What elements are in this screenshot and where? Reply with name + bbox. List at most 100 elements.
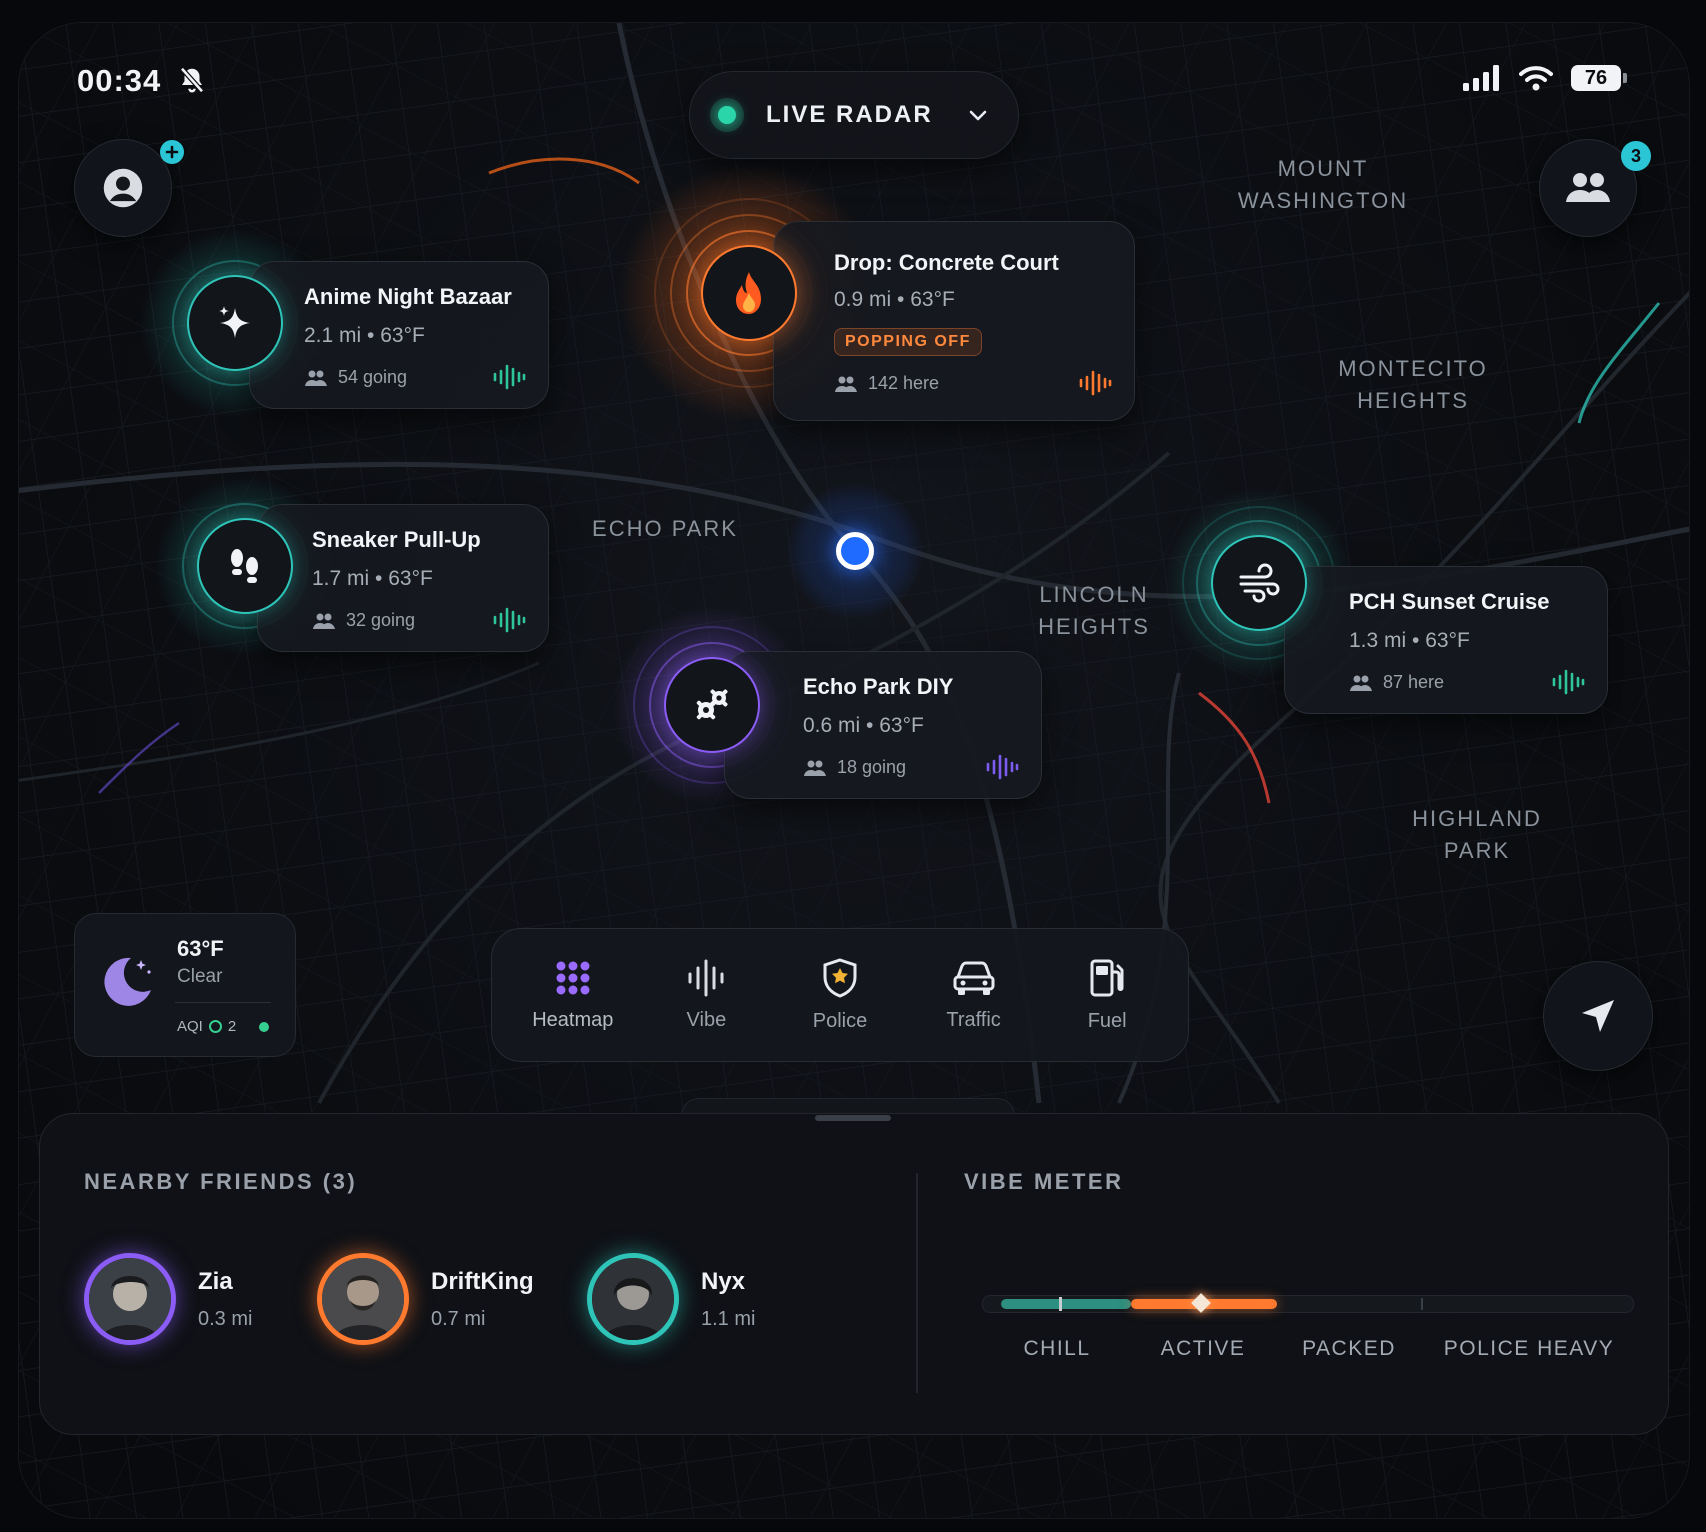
district-montecito-heights: MONTECITO HEIGHTS bbox=[1315, 353, 1511, 417]
district-mount-washington: MOUNT WASHINGTON bbox=[1205, 153, 1441, 217]
event-card-concrete-court[interactable]: Drop: Concrete Court 0.9 mi • 63°F POPPI… bbox=[773, 221, 1135, 421]
tool-label: Police bbox=[812, 1009, 868, 1032]
friend-photo bbox=[592, 1258, 674, 1340]
weather-card[interactable]: 63°F Clear AQI 2 bbox=[74, 913, 296, 1057]
district-highland-park: HIGHLAND PARK bbox=[1397, 803, 1557, 867]
district-label-line: LINCOLN bbox=[1039, 582, 1149, 607]
friend-name: DriftKing bbox=[431, 1267, 534, 1295]
plus-icon bbox=[165, 145, 179, 159]
tool-label: Fuel bbox=[1087, 1009, 1127, 1032]
attendance-count: 54 going bbox=[338, 367, 408, 387]
event-pin-sneaker-pull-up[interactable] bbox=[197, 518, 293, 614]
cellular-signal-icon bbox=[1463, 65, 1499, 91]
profile-button[interactable] bbox=[74, 139, 172, 237]
recenter-location-button[interactable] bbox=[1543, 961, 1653, 1071]
layer-traffic-button[interactable]: Traffic bbox=[914, 959, 1034, 1032]
friend-item-nyx[interactable]: Nyx 1.1 mi bbox=[587, 1253, 755, 1345]
event-pin-echo-park-diy[interactable] bbox=[664, 657, 760, 753]
tool-label: Traffic bbox=[946, 1008, 1001, 1031]
district-label-line: PARK bbox=[1443, 838, 1511, 863]
event-pin-pch-sunset-cruise[interactable] bbox=[1211, 535, 1307, 631]
weather-divider bbox=[175, 1002, 271, 1003]
live-radar-selector[interactable]: LIVE RADAR bbox=[689, 71, 1019, 159]
friend-distance: 0.7 mi bbox=[431, 1307, 486, 1330]
aqi-label: AQI bbox=[177, 1018, 203, 1035]
event-card-echo-park-diy[interactable]: Echo Park DIY 0.6 mi • 63°F 18 going bbox=[724, 651, 1042, 799]
activity-wave-icon bbox=[1552, 669, 1585, 695]
fuel-icon bbox=[1090, 959, 1124, 996]
heatmap-icon bbox=[556, 961, 590, 994]
sparkle-icon bbox=[219, 306, 250, 338]
event-attendance: 54 going bbox=[304, 367, 407, 388]
friend-item-driftking[interactable]: DriftKing 0.7 mi bbox=[317, 1253, 534, 1345]
layer-vibe-button[interactable]: Vibe bbox=[646, 959, 766, 1032]
event-card-sneaker-pull-up[interactable]: Sneaker Pull-Up 1.7 mi • 63°F 32 going bbox=[257, 504, 549, 652]
event-attendance: 32 going bbox=[312, 610, 415, 631]
layer-heatmap-button[interactable]: Heatmap bbox=[513, 959, 633, 1032]
add-profile-badge[interactable] bbox=[160, 140, 184, 164]
battery-level: 76 bbox=[1584, 66, 1608, 89]
bottom-sheet bbox=[39, 1113, 1669, 1435]
event-meta: 0.6 mi • 63°F bbox=[803, 714, 924, 737]
event-card-anime-night-bazaar[interactable]: Anime Night Bazaar 2.1 mi • 63°F 54 goin… bbox=[249, 261, 549, 409]
activity-wave-icon bbox=[493, 364, 526, 390]
police-shield-icon bbox=[823, 957, 857, 998]
map-layer-toolbar: Heatmap Vibe Police Traffic Fuel bbox=[491, 928, 1189, 1062]
event-title: Sneaker Pull-Up bbox=[312, 527, 481, 552]
tool-label: Vibe bbox=[686, 1008, 727, 1031]
event-attendance: 18 going bbox=[803, 757, 906, 778]
friend-name: Nyx bbox=[701, 1267, 746, 1295]
vibe-level-packed: PACKED bbox=[1302, 1337, 1396, 1360]
navigation-arrow-icon bbox=[1582, 1000, 1614, 1032]
activity-wave-icon bbox=[986, 754, 1019, 780]
wind-icon bbox=[1239, 563, 1280, 603]
vibe-segment-chill bbox=[1001, 1299, 1131, 1309]
status-time: 00:34 bbox=[77, 63, 162, 98]
moon-icon bbox=[97, 950, 157, 1015]
attendance-count: 142 here bbox=[868, 373, 940, 393]
user-location-dot[interactable] bbox=[836, 532, 874, 570]
friend-item-zia[interactable]: Zia 0.3 mi bbox=[84, 1253, 252, 1345]
popping-off-badge: POPPING OFF bbox=[834, 328, 982, 356]
tool-label: Heatmap bbox=[532, 1008, 614, 1031]
nearby-friends-title: NEARBY FRIENDS (3) bbox=[84, 1169, 358, 1194]
friends-group-icon bbox=[1566, 173, 1610, 202]
event-attendance: 87 here bbox=[1349, 672, 1444, 693]
user-avatar-icon bbox=[103, 168, 143, 208]
avatar bbox=[587, 1253, 679, 1345]
vibe-level-active: ACTIVE bbox=[1160, 1337, 1246, 1360]
air-quality: AQI 2 bbox=[177, 1018, 236, 1035]
people-icon bbox=[313, 613, 335, 629]
activity-wave-icon bbox=[1079, 370, 1112, 396]
sheet-drag-handle[interactable] bbox=[815, 1115, 891, 1121]
people-icon bbox=[305, 370, 327, 386]
avatar bbox=[84, 1253, 176, 1345]
vibe-meter-title: VIBE METER bbox=[964, 1169, 1124, 1194]
event-title: Anime Night Bazaar bbox=[304, 284, 512, 309]
event-pin-concrete-court[interactable] bbox=[701, 245, 797, 341]
wifi-icon bbox=[1519, 66, 1553, 91]
layer-police-button[interactable]: Police bbox=[780, 957, 900, 1033]
fire-icon bbox=[736, 272, 761, 314]
friend-distance: 0.3 mi bbox=[198, 1307, 253, 1330]
event-pin-anime-night-bazaar[interactable] bbox=[187, 275, 283, 371]
people-icon bbox=[1350, 675, 1372, 691]
people-icon bbox=[804, 760, 826, 776]
live-indicator-dot bbox=[718, 106, 736, 124]
vibe-tick bbox=[1421, 1298, 1423, 1310]
event-meta: 1.7 mi • 63°F bbox=[312, 567, 433, 590]
attendance-count: 32 going bbox=[346, 610, 416, 630]
district-label-line: ECHO PARK bbox=[592, 516, 738, 541]
district-label-line: WASHINGTON bbox=[1237, 188, 1409, 213]
friend-photo bbox=[322, 1258, 404, 1340]
event-meta: 1.3 mi • 63°F bbox=[1349, 629, 1470, 652]
event-meta: 2.1 mi • 63°F bbox=[304, 324, 425, 347]
event-card-pch-sunset-cruise[interactable]: PCH Sunset Cruise 1.3 mi • 63°F 87 here bbox=[1284, 566, 1608, 714]
layer-fuel-button[interactable]: Fuel bbox=[1047, 958, 1167, 1033]
avatar bbox=[317, 1253, 409, 1345]
battery-indicator: 76 bbox=[1571, 65, 1627, 91]
weather-condition: Clear bbox=[177, 966, 223, 987]
district-lincoln-heights: LINCOLN HEIGHTS bbox=[1019, 579, 1169, 643]
event-title: Drop: Concrete Court bbox=[834, 250, 1059, 275]
district-label-line: MONTECITO bbox=[1338, 356, 1488, 381]
